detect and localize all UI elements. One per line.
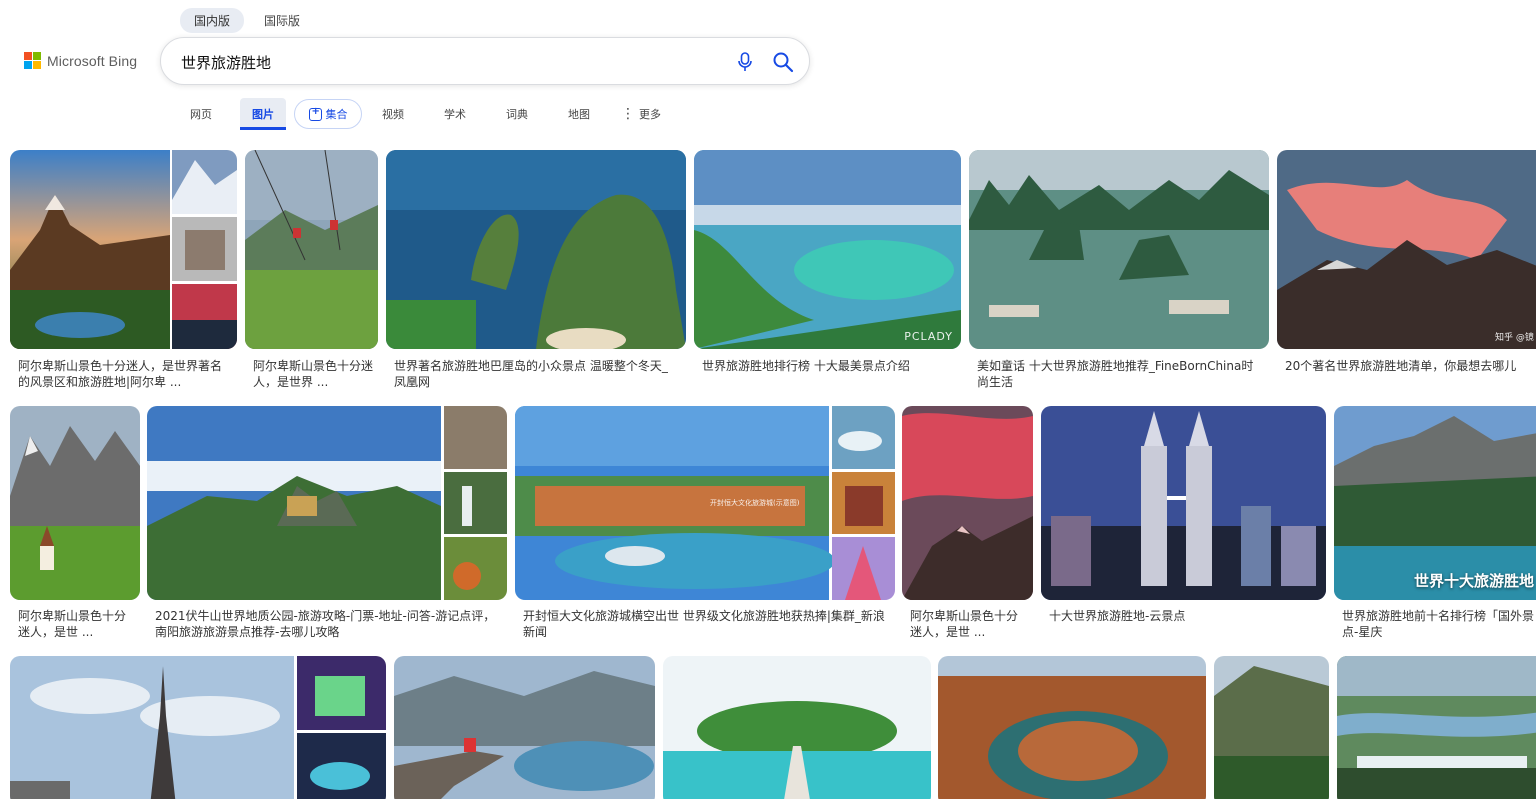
result-caption[interactable]: 阿尔卑斯山景色十分迷人，是世界 ... <box>253 358 373 392</box>
image-watermark: 知乎 @镜 <box>1495 333 1534 343</box>
result-caption[interactable]: 开封恒大文化旅游城横空出世 世界级文化旅游胜地获热捧|集群_新浪新闻 <box>523 608 888 642</box>
search-input[interactable] <box>181 51 701 73</box>
result-caption[interactable]: 2021伏牛山世界地质公园-旅游攻略-门票-地址-问答-游记点评，南阳旅游旅游景… <box>155 608 500 642</box>
result-image[interactable]: 开封恒大文化旅游城(示意图) <box>515 406 895 600</box>
result-image[interactable] <box>969 150 1269 349</box>
result-image[interactable] <box>10 656 386 799</box>
result-caption[interactable]: 世界旅游胜地排行榜 十大最美景点介绍 <box>702 358 957 392</box>
result-caption[interactable]: 阿尔卑斯山景色十分迷人，是世 ... <box>18 608 136 642</box>
result-caption[interactable]: 世界著名旅游胜地巴厘岛的小众景点 温暖整个冬天_凤凰网 <box>394 358 679 392</box>
result-image[interactable] <box>1214 656 1329 799</box>
header: 国内版 国际版 Microsoft Bing 网页 图片 集合 视频 学术 词典 <box>0 0 1536 140</box>
tab-more-label: 更多 <box>639 108 661 121</box>
result-caption[interactable]: 阿尔卑斯山景色十分迷人，是世界著名的风景区和旅游胜地|阿尔卑 ... <box>18 358 230 392</box>
result-caption[interactable]: 美如童话 十大世界旅游胜地推荐_FineBornChina时尚生活 <box>977 358 1262 392</box>
region-tab-domestic[interactable]: 国内版 <box>180 8 245 33</box>
microsoft-logo-icon <box>24 52 41 69</box>
image-overlay-title: 世界十大旅游胜地 <box>1414 572 1535 590</box>
tab-collections-label: 集合 <box>325 108 348 121</box>
region-tab-international[interactable]: 国际版 <box>250 8 314 33</box>
result-image[interactable] <box>394 656 655 799</box>
result-image[interactable] <box>245 150 378 349</box>
result-image[interactable] <box>663 656 931 799</box>
result-caption[interactable]: 阿尔卑斯山景色十分迷人，是世 ... <box>910 608 1028 642</box>
result-image[interactable]: 世界十大旅游胜地 <box>1334 406 1536 600</box>
tab-web[interactable]: 网页 <box>170 98 232 130</box>
collections-icon <box>308 106 322 121</box>
search-box <box>160 37 810 85</box>
result-image[interactable] <box>938 656 1206 799</box>
image-banner: 开封恒大文化旅游城(示意图) <box>710 499 800 507</box>
tab-maps[interactable]: 地图 <box>548 98 610 130</box>
tab-dictionary[interactable]: 词典 <box>486 98 548 130</box>
tab-academic[interactable]: 学术 <box>424 98 486 130</box>
more-icon: ⋮ <box>621 106 635 122</box>
result-image[interactable] <box>1337 656 1536 799</box>
result-image[interactable] <box>386 150 686 349</box>
tab-images[interactable]: 图片 <box>240 98 286 130</box>
bing-logo[interactable]: Microsoft Bing <box>24 52 137 69</box>
tab-videos[interactable]: 视频 <box>362 98 424 130</box>
result-image[interactable] <box>10 406 140 600</box>
result-caption[interactable]: 20个著名世界旅游胜地清单，你最想去哪儿 <box>1285 358 1530 376</box>
result-image[interactable]: 知乎 @镜 <box>1277 150 1536 349</box>
result-image[interactable] <box>10 150 237 349</box>
result-image[interactable] <box>1041 406 1326 600</box>
microphone-icon[interactable] <box>737 52 753 72</box>
region-tabs: 国内版 国际版 <box>180 8 314 33</box>
result-caption[interactable]: 十大世界旅游胜地-云景点 <box>1049 608 1319 626</box>
result-caption[interactable]: 世界旅游胜地前十名排行榜「国外景点-星庆 <box>1342 608 1536 642</box>
tab-collections[interactable]: 集合 <box>294 99 362 129</box>
result-image[interactable] <box>147 406 507 600</box>
tab-more[interactable]: ⋮ 更多 <box>610 98 672 130</box>
search-icon[interactable] <box>772 51 794 73</box>
brand-name: Microsoft Bing <box>47 52 138 69</box>
result-image[interactable]: PCLADY <box>694 150 961 349</box>
result-image[interactable] <box>902 406 1033 600</box>
image-watermark: PCLADY <box>904 330 953 343</box>
search-nav: 网页 图片 集合 视频 学术 词典 地图 ⋮ 更多 <box>170 98 672 130</box>
